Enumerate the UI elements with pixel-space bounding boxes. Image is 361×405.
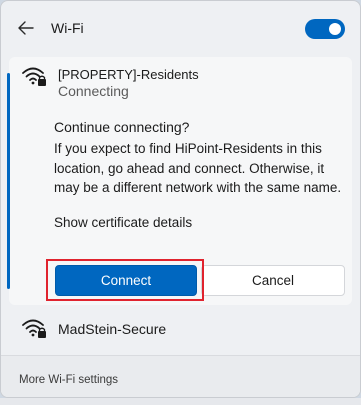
- more-wifi-settings-link[interactable]: More Wi-Fi settings: [19, 374, 118, 386]
- wifi-secured-icon: [21, 65, 47, 87]
- wifi-flyout: Wi-Fi [PROPERTY]-Residents Connecting Co…: [0, 0, 361, 398]
- network-name: [PROPERTY]-Residents: [58, 67, 199, 82]
- network-status: Connecting: [58, 83, 129, 99]
- cancel-button[interactable]: Cancel: [201, 265, 345, 296]
- wifi-secured-icon: [21, 317, 47, 339]
- selection-accent-bar: [7, 73, 10, 289]
- toggle-knob: [329, 23, 341, 35]
- wifi-toggle[interactable]: [305, 19, 345, 39]
- network-name: MadStein-Secure: [58, 321, 167, 337]
- wifi-header: Wi-Fi: [1, 1, 360, 57]
- wifi-footer: More Wi-Fi settings: [1, 355, 360, 397]
- back-arrow-icon[interactable]: [15, 17, 37, 39]
- connect-highlight-box: [46, 259, 204, 301]
- desktop-background: [0, 398, 361, 405]
- show-certificate-link[interactable]: Show certificate details: [54, 215, 192, 230]
- prompt-title: Continue connecting?: [54, 119, 190, 135]
- prompt-body: If you expect to find HiPoint-Residents …: [54, 141, 342, 195]
- page-title: Wi-Fi: [51, 20, 84, 36]
